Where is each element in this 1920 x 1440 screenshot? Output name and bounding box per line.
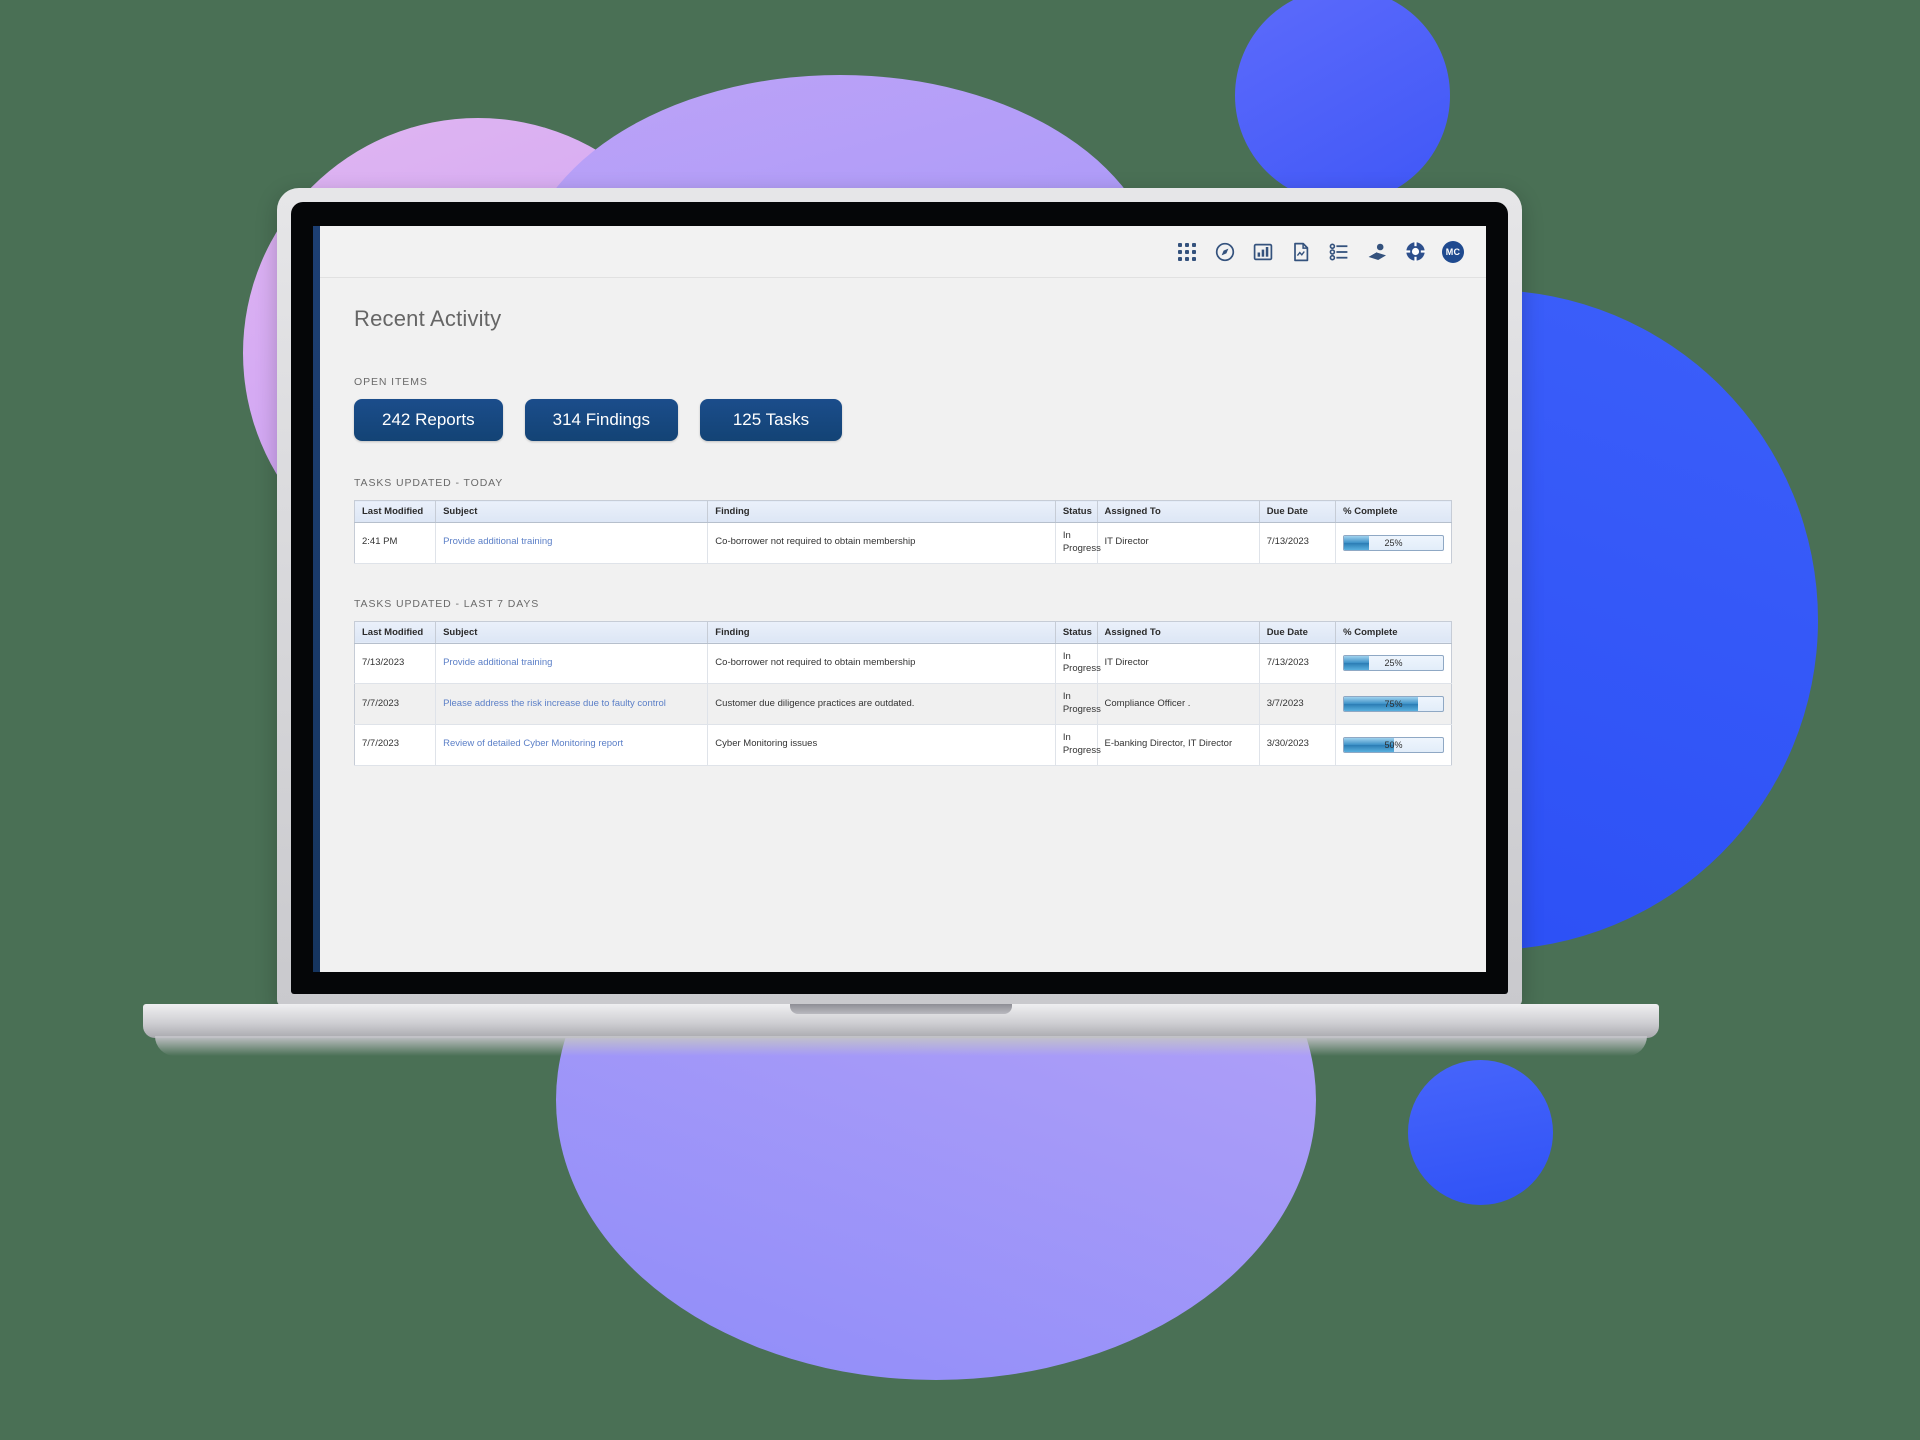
column-header-status[interactable]: Status xyxy=(1055,500,1098,523)
progress-bar: 25% xyxy=(1343,655,1444,672)
column-header-status[interactable]: Status xyxy=(1055,621,1098,644)
laptop-base-notch xyxy=(790,1004,1012,1014)
laptop-base-shadow xyxy=(155,1036,1647,1056)
laptop-mockup: MC Recent Activity OPEN ITEMS 242 Report… xyxy=(0,0,1920,1440)
cell-subject: Provide additional training xyxy=(435,643,709,685)
cell-finding: Customer due diligence practices are out… xyxy=(707,683,1056,725)
open-items-button-findings[interactable]: 314 Findings xyxy=(524,399,678,441)
training-icon[interactable] xyxy=(1366,241,1388,263)
table-row[interactable]: 2:41 PM Provide additional training Co-bor… xyxy=(354,522,1452,564)
cell-percent-complete: 75% xyxy=(1335,683,1452,725)
app-grid-icon[interactable] xyxy=(1176,241,1198,263)
open-items-button-tasks[interactable]: 125 Tasks xyxy=(699,399,842,441)
column-header-subject[interactable]: Subject xyxy=(435,621,709,644)
bar-chart-icon[interactable] xyxy=(1252,241,1274,263)
column-header-last-modified[interactable]: Last Modified xyxy=(354,500,437,523)
compass-icon[interactable] xyxy=(1214,241,1236,263)
cell-status: In Progress xyxy=(1055,724,1101,766)
tasks-block: TASKS UPDATED - LAST 7 DAYS Last Modified… xyxy=(354,598,1452,766)
app-toolbar: MC xyxy=(320,226,1486,278)
cell-due-date: 3/7/2023 xyxy=(1259,683,1337,725)
column-header-finding[interactable]: Finding xyxy=(707,621,1056,644)
column-header-subject[interactable]: Subject xyxy=(435,500,709,523)
column-header-finding[interactable]: Finding xyxy=(707,500,1056,523)
tasks-table: Last Modified Subject Finding Status Assigne… xyxy=(354,500,1452,564)
table-header-row: Last Modified Subject Finding Status Assigne… xyxy=(354,500,1452,523)
app-sidebar-edge xyxy=(313,226,320,972)
column-header-last-modified[interactable]: Last Modified xyxy=(354,621,437,644)
column-header-assigned-to[interactable]: Assigned To xyxy=(1097,500,1260,523)
subject-link[interactable]: Provide additional training xyxy=(443,536,552,547)
subject-link[interactable]: Review of detailed Cyber Monitoring repo… xyxy=(443,738,623,749)
tasks-block: TASKS UPDATED - TODAY Last Modified Subjec… xyxy=(354,477,1452,564)
cell-status: In Progress xyxy=(1055,643,1101,685)
subject-link[interactable]: Provide additional training xyxy=(443,657,552,668)
cell-subject: Please address the risk increase due to … xyxy=(435,683,709,725)
cell-last-modified: 7/7/2023 xyxy=(354,724,437,766)
cell-finding: Cyber Monitoring issues xyxy=(707,724,1056,766)
column-header-due-date[interactable]: Due Date xyxy=(1259,621,1337,644)
lifebuoy-icon[interactable] xyxy=(1404,241,1426,263)
cell-assigned-to: IT Director xyxy=(1097,522,1260,564)
checklist-icon[interactable] xyxy=(1328,241,1350,263)
subject-link[interactable]: Please address the risk increase due to … xyxy=(443,698,666,709)
cell-last-modified: 7/13/2023 xyxy=(354,643,437,685)
open-items-button-reports[interactable]: 242 Reports xyxy=(354,399,503,441)
progress-bar-label: 25% xyxy=(1384,537,1403,548)
progress-bar: 50% xyxy=(1343,736,1444,753)
cell-subject: Review of detailed Cyber Monitoring repo… xyxy=(435,724,709,766)
progress-bar-label: 50% xyxy=(1384,739,1403,750)
tasks-section-label: TASKS UPDATED - TODAY xyxy=(354,477,504,489)
table-row[interactable]: 7/7/2023 Please address the risk increase… xyxy=(354,683,1452,725)
cell-finding: Co-borrower not required to obtain membe… xyxy=(707,643,1056,685)
cell-percent-complete: 25% xyxy=(1335,522,1452,564)
cell-assigned-to: IT Director xyxy=(1097,643,1260,685)
progress-bar: 25% xyxy=(1343,534,1444,551)
open-items-buttons: 242 Reports 314 Findings 125 Tasks xyxy=(354,399,1452,441)
document-icon[interactable] xyxy=(1290,241,1312,263)
page-title: Recent Activity xyxy=(354,306,502,331)
cell-due-date: 7/13/2023 xyxy=(1259,643,1337,685)
table-header-row: Last Modified Subject Finding Status Assigne… xyxy=(354,621,1452,644)
page-body: Recent Activity OPEN ITEMS 242 Reports 31… xyxy=(320,278,1486,766)
cell-finding: Co-borrower not required to obtain membe… xyxy=(707,522,1056,564)
table-row[interactable]: 7/13/2023 Provide additional training Co-b… xyxy=(354,643,1452,685)
progress-bar-label: 25% xyxy=(1384,658,1403,669)
tasks-section-label: TASKS UPDATED - LAST 7 DAYS xyxy=(354,597,540,610)
cell-last-modified: 2:41 PM xyxy=(354,522,437,564)
avatar[interactable]: MC xyxy=(1442,240,1464,263)
column-header-complete[interactable]: % Complete xyxy=(1335,621,1452,644)
column-header-assigned-to[interactable]: Assigned To xyxy=(1097,621,1260,644)
column-header-due-date[interactable]: Due Date xyxy=(1259,500,1337,523)
cell-subject: Provide additional training xyxy=(435,522,709,564)
cell-due-date: 3/30/2023 xyxy=(1259,724,1337,766)
cell-last-modified: 7/7/2023 xyxy=(354,683,437,725)
cell-status: In Progress xyxy=(1055,683,1101,725)
cell-assigned-to: Compliance Officer . xyxy=(1097,683,1260,725)
cell-percent-complete: 50% xyxy=(1335,724,1452,766)
cell-status: In Progress xyxy=(1055,522,1101,564)
column-header-complete[interactable]: % Complete xyxy=(1335,500,1452,523)
cell-percent-complete: 25% xyxy=(1335,643,1452,685)
progress-bar: 75% xyxy=(1343,696,1444,713)
app-grid-glyph xyxy=(1178,242,1196,261)
tasks-table: Last Modified Subject Finding Status Assigne… xyxy=(354,620,1452,766)
table-row[interactable]: 7/7/2023 Review of detailed Cyber Monitor… xyxy=(354,724,1452,766)
progress-bar-label: 75% xyxy=(1384,698,1403,709)
app-window: MC Recent Activity OPEN ITEMS 242 Report… xyxy=(320,226,1486,972)
tasks-tables: TASKS UPDATED - TODAY Last Modified Subjec… xyxy=(354,477,1452,766)
open-items-label: OPEN ITEMS xyxy=(354,376,428,388)
laptop-lid: MC Recent Activity OPEN ITEMS 242 Report… xyxy=(277,188,1522,1006)
cell-due-date: 7/13/2023 xyxy=(1259,522,1337,564)
laptop-bezel: MC Recent Activity OPEN ITEMS 242 Report… xyxy=(291,202,1508,994)
laptop-screen: MC Recent Activity OPEN ITEMS 242 Report… xyxy=(313,226,1486,972)
cell-assigned-to: E-banking Director, IT Director xyxy=(1097,724,1260,766)
